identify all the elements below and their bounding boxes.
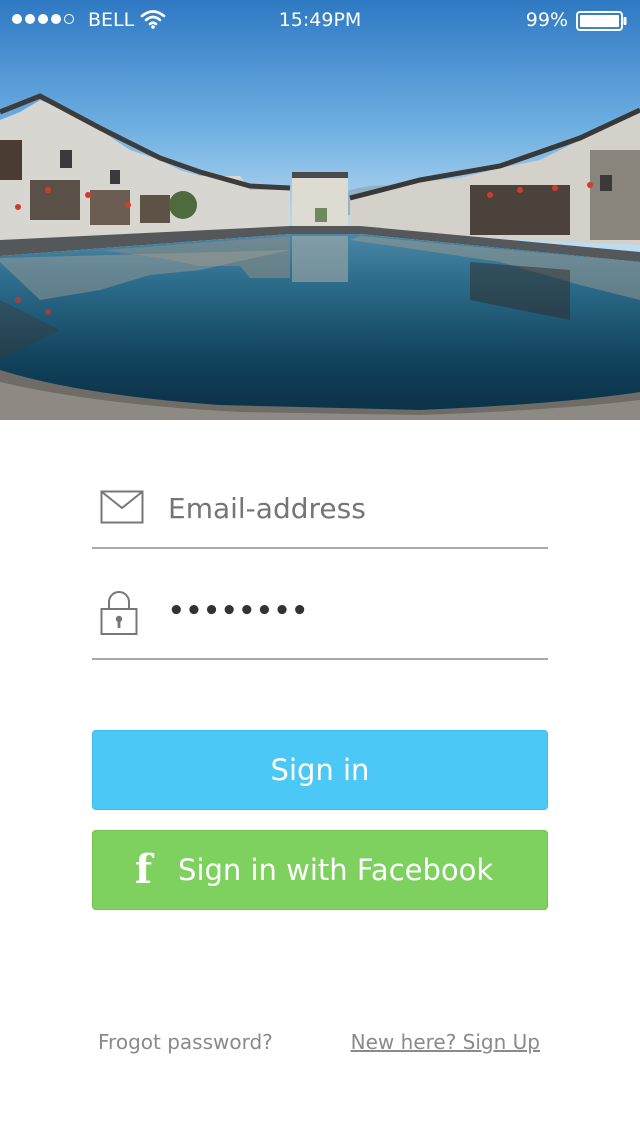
email-input[interactable] [168,488,528,528]
battery-icon [576,11,628,31]
lock-icon [100,590,138,640]
forgot-password-link[interactable]: Frogot password? [98,1030,273,1054]
sign-in-label: Sign in [270,753,370,787]
village-waterfront-photo [0,0,640,420]
envelope-icon [100,490,144,528]
status-bar: BELL 15:49PM 99% [0,0,640,40]
facebook-sign-in-button[interactable]: f Sign in with Facebook [92,830,548,910]
password-input[interactable]: •••••••• [168,596,528,636]
sign-in-button[interactable]: Sign in [92,730,548,810]
email-field[interactable] [92,470,548,549]
password-field[interactable]: •••••••• [92,580,548,660]
sign-up-link[interactable]: New here? Sign Up [351,1030,540,1054]
hero-photo [0,0,640,420]
facebook-icon: f [134,846,153,893]
battery-percentage: 99% [525,9,568,31]
facebook-sign-in-label: Sign in with Facebook [178,853,494,887]
